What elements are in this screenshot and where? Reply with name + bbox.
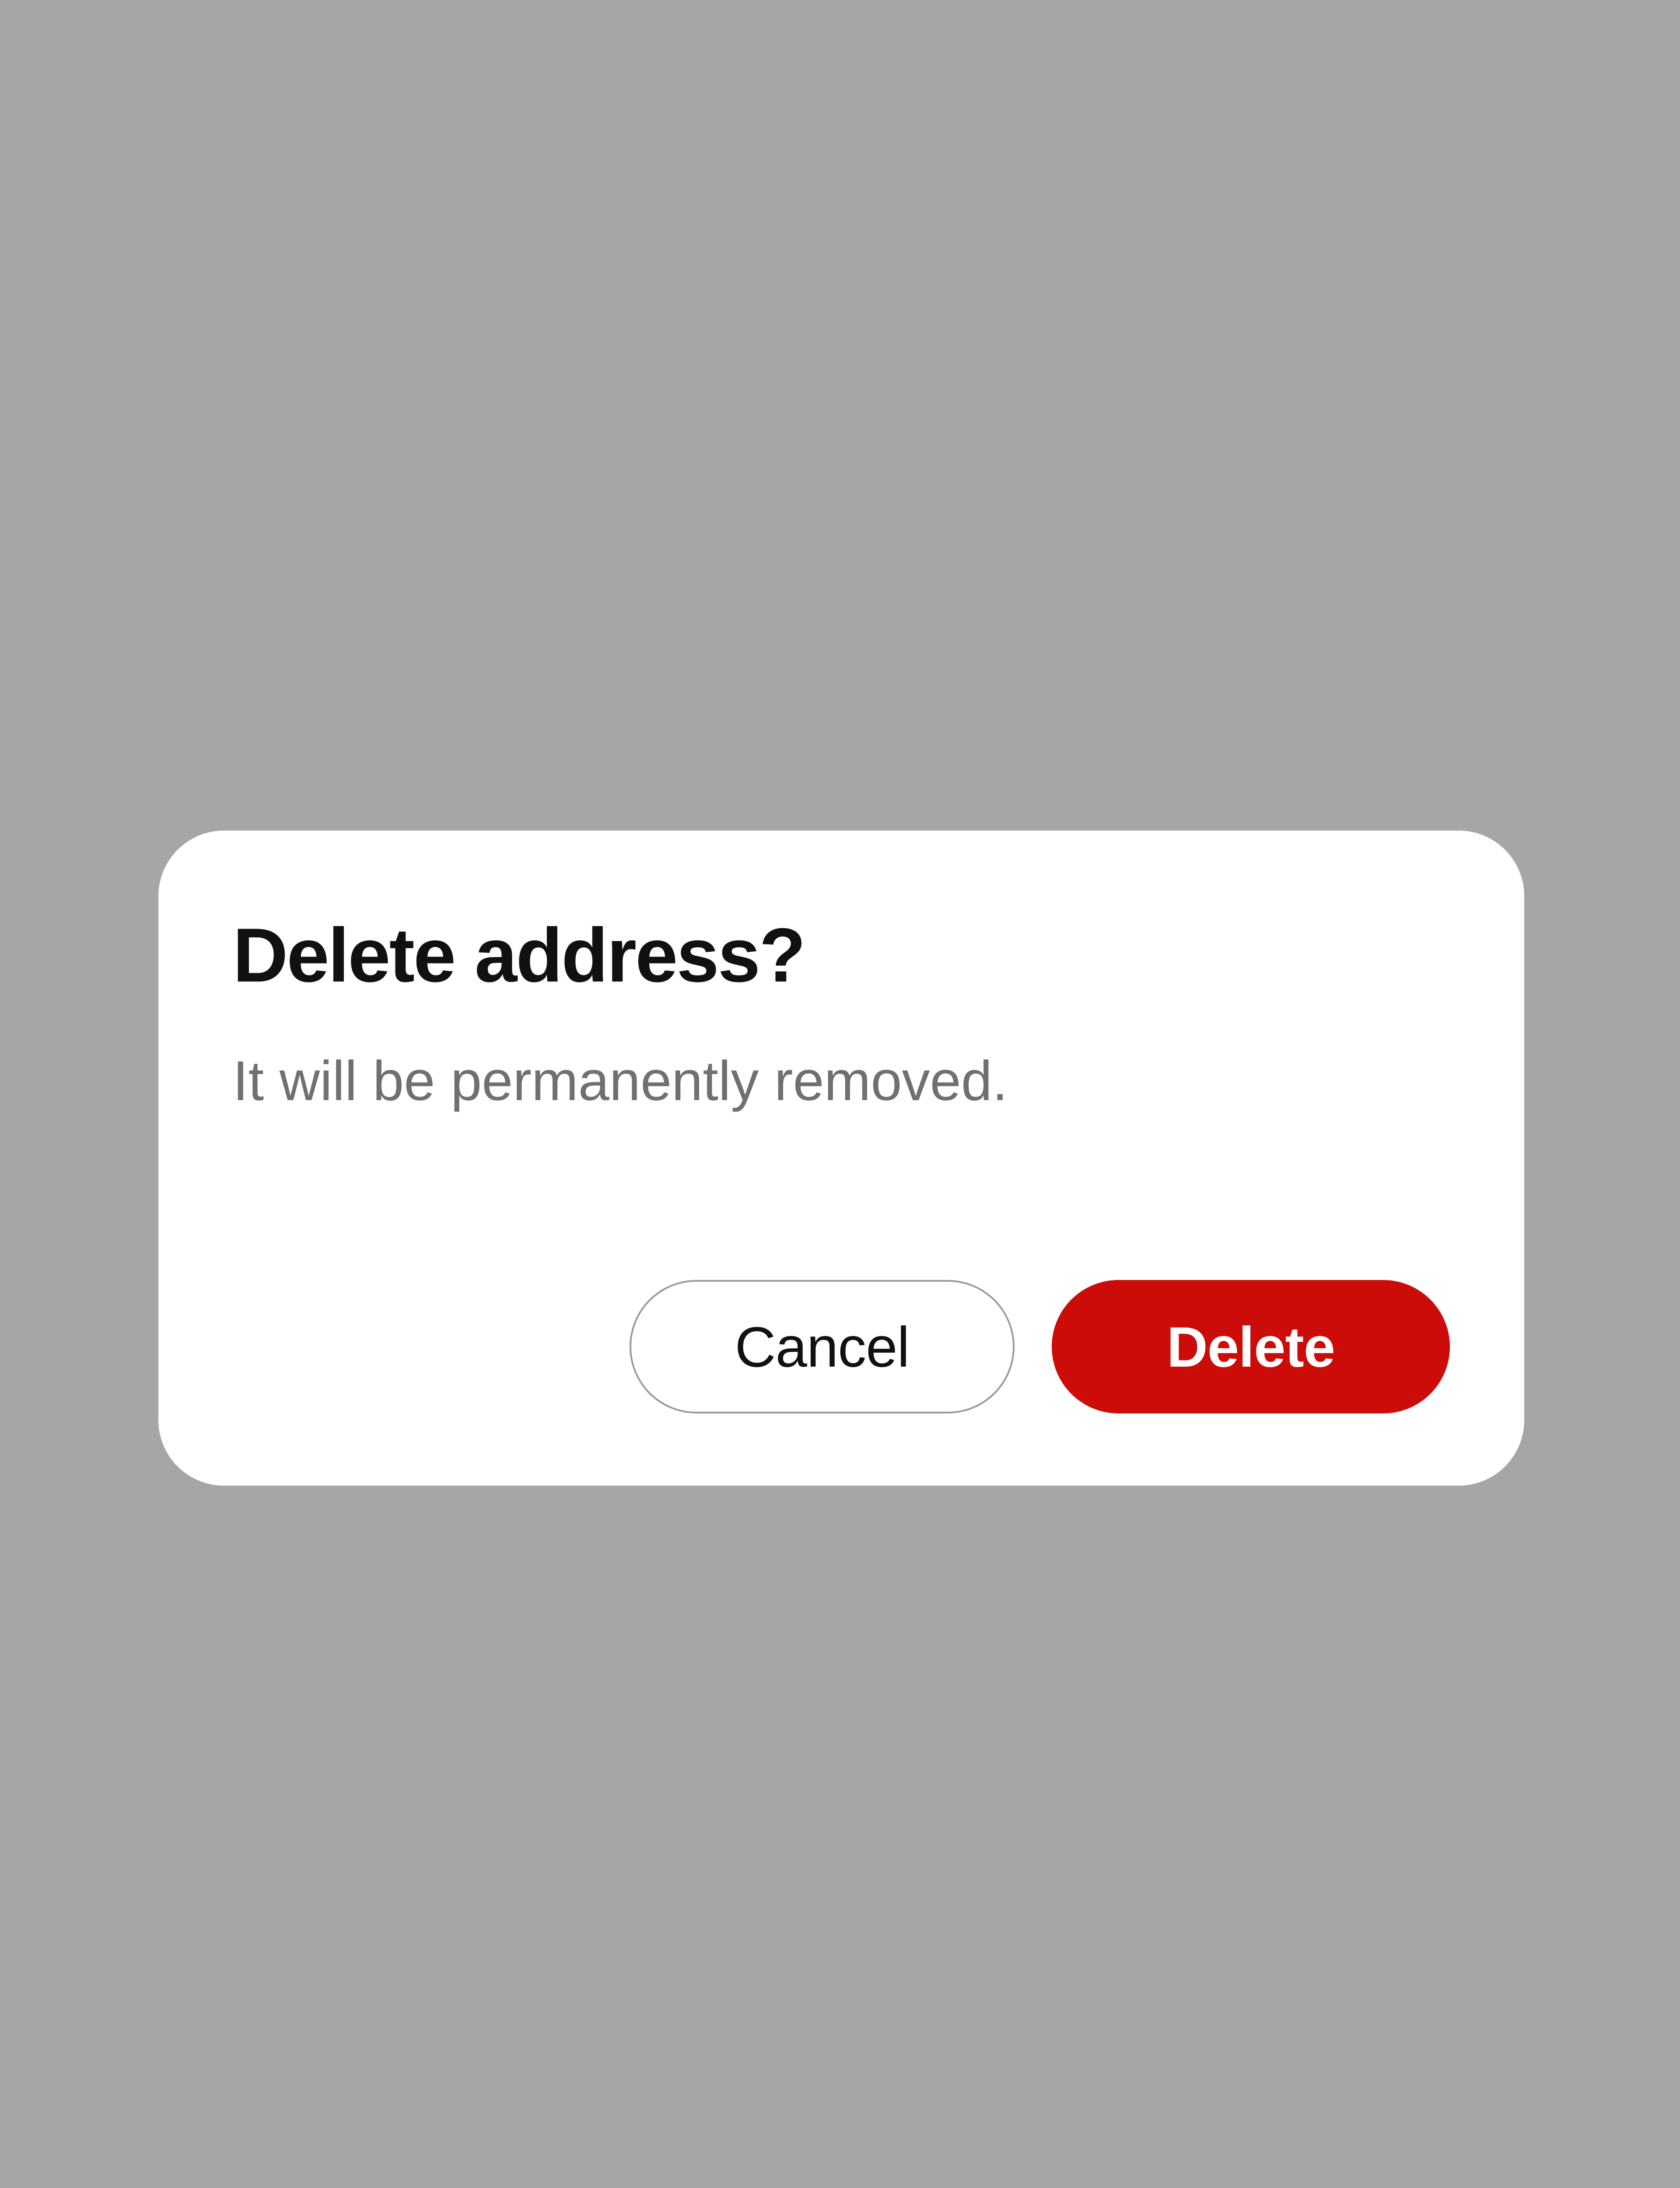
dialog-title: Delete address?	[233, 914, 1450, 998]
dialog-body: It will be permanently removed.	[233, 1046, 1450, 1116]
dialog-actions: Cancel Delete	[233, 1280, 1450, 1429]
delete-button[interactable]: Delete	[1052, 1280, 1450, 1413]
confirm-dialog: Delete address? It will be permanently r…	[158, 831, 1524, 1486]
cancel-button[interactable]: Cancel	[630, 1280, 1015, 1413]
